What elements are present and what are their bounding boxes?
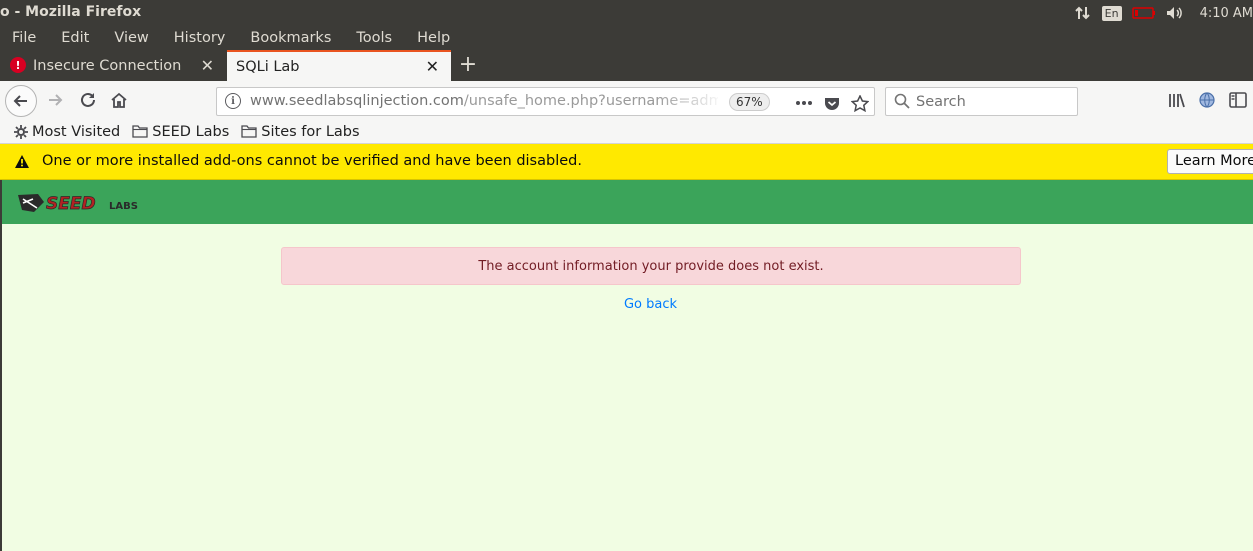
globe-icon (1199, 92, 1215, 108)
menu-help[interactable]: Help (411, 30, 450, 46)
network-updown-icon[interactable] (1072, 5, 1094, 21)
window-title: o - Mozilla Firefox (0, 4, 142, 20)
library-icon (1169, 93, 1185, 108)
menu-edit[interactable]: Edit (55, 30, 89, 46)
bookmark-star-icon[interactable] (850, 93, 870, 113)
gear-icon (14, 124, 28, 139)
menu-tools[interactable]: Tools (350, 30, 392, 46)
bookmark-seed-labs[interactable]: SEED Labs (132, 124, 229, 140)
error-icon: ! (10, 57, 26, 73)
svg-text:SEED: SEED (46, 194, 96, 214)
menu-view[interactable]: View (108, 30, 148, 46)
keyboard-layout-indicator[interactable]: En (1101, 5, 1122, 21)
menu-bookmarks[interactable]: Bookmarks (244, 30, 331, 46)
bookmark-most-visited[interactable]: Most Visited (14, 124, 120, 140)
url-bar[interactable]: i www.seedlabsqlinjection.com/unsafe_hom… (216, 87, 875, 116)
bookmark-sites-for-labs[interactable]: Sites for Labs (241, 124, 360, 140)
window-title-bar: o - Mozilla Firefox En 4:10 AM (0, 0, 1253, 26)
seed-labs-logo[interactable]: SEED LABS (16, 192, 148, 218)
arrow-right-icon (49, 94, 63, 106)
learn-more-button[interactable]: Learn More (1167, 149, 1253, 174)
go-back-link[interactable]: Go back (1, 297, 1253, 312)
tab-label: Insecure Connection (33, 57, 182, 74)
reload-icon (81, 92, 95, 107)
notification-message: One or more installed add-ons cannot be … (42, 153, 582, 169)
battery-icon[interactable] (1131, 7, 1156, 19)
page-content: SEED LABS The account information your p… (0, 180, 1253, 551)
close-tab-icon[interactable]: ✕ (201, 56, 214, 75)
pocket-icon[interactable] (822, 93, 842, 113)
clock[interactable]: 4:10 AM (1200, 6, 1253, 21)
search-icon (894, 93, 910, 113)
bookmarks-toolbar: Most Visited SEED Labs Sites for Labs (0, 120, 1253, 144)
tab-insecure-connection[interactable]: ! Insecure Connection ✕ (0, 50, 226, 81)
reload-button[interactable] (77, 89, 99, 111)
menu-file[interactable]: File (6, 30, 36, 46)
new-tab-button[interactable]: + (457, 52, 479, 77)
tab-sqli-lab[interactable]: SQLi Lab ✕ (227, 50, 451, 81)
search-input[interactable] (916, 92, 1066, 112)
library-button[interactable] (1166, 89, 1188, 111)
system-tray: En 4:10 AM (1072, 0, 1253, 26)
window-edge (0, 180, 2, 551)
tab-label: SQLi Lab (236, 58, 300, 75)
site-header: SEED LABS (1, 180, 1253, 224)
svg-text:LABS: LABS (109, 201, 138, 212)
sidebar-icon (1229, 92, 1247, 108)
arrow-left-icon (13, 95, 27, 107)
home-icon (111, 92, 127, 108)
notification-bar: One or more installed add-ons cannot be … (0, 144, 1253, 180)
page-actions-icon[interactable] (794, 93, 814, 113)
search-bar[interactable] (885, 87, 1078, 116)
extension-globe-button[interactable] (1196, 89, 1218, 111)
sidebar-button[interactable] (1227, 89, 1249, 111)
zoom-indicator[interactable]: 67% (729, 93, 770, 111)
volume-icon[interactable] (1166, 6, 1184, 20)
menu-bar: File Edit View History Bookmarks Tools H… (0, 26, 1253, 50)
menu-history[interactable]: History (168, 30, 226, 46)
close-tab-icon[interactable]: ✕ (426, 57, 439, 76)
back-button[interactable] (5, 85, 37, 117)
folder-icon (132, 125, 148, 138)
site-info-icon[interactable]: i (225, 93, 241, 109)
url-text[interactable]: www.seedlabsqlinjection.com/unsafe_home.… (250, 93, 718, 109)
warning-icon (14, 154, 30, 173)
home-button[interactable] (108, 89, 130, 111)
folder-icon (241, 125, 257, 138)
error-alert: The account information your provide doe… (281, 247, 1021, 285)
navigation-toolbar: i www.seedlabsqlinjection.com/unsafe_hom… (0, 81, 1253, 120)
tab-strip: ! Insecure Connection ✕ SQLi Lab ✕ + (0, 50, 1253, 81)
forward-button[interactable] (44, 89, 66, 111)
